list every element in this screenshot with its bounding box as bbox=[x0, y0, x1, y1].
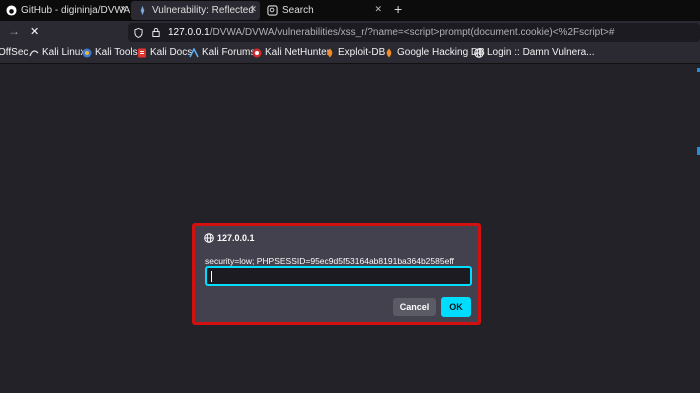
bookmark-label: Exploit-DB bbox=[338, 47, 386, 58]
github-icon bbox=[6, 5, 17, 16]
dialog-origin-label: 127.0.0.1 bbox=[217, 233, 255, 243]
kali-docs-icon bbox=[138, 48, 146, 57]
bookmark-kali-tools[interactable]: Kali Tools bbox=[82, 47, 138, 58]
bookmarks-toolbar: OffSec Kali Linux Kali Tools Kali Docs K… bbox=[0, 44, 700, 64]
shield-icon[interactable] bbox=[134, 27, 143, 38]
bookmark-label: Kali Linux bbox=[42, 47, 86, 58]
bookmark-label: Kali NetHunter bbox=[265, 47, 331, 58]
bookmark-label: Login :: Damn Vulnera... bbox=[487, 47, 595, 58]
dvwa-icon bbox=[140, 5, 145, 16]
bookmark-label: Google Hacking DB bbox=[397, 47, 485, 58]
bookmark-exploit-db[interactable]: Exploit-DB bbox=[325, 47, 385, 58]
bookmark-label: Kali Docs bbox=[150, 47, 193, 58]
bookmark-offsec[interactable]: OffSec bbox=[0, 47, 28, 58]
bookmark-google-hacking-db[interactable]: Google Hacking DB bbox=[384, 47, 485, 58]
search-icon bbox=[267, 5, 278, 16]
kali-tools-icon bbox=[82, 48, 92, 57]
close-icon[interactable]: ✕ bbox=[119, 4, 127, 15]
cancel-button[interactable]: Cancel bbox=[393, 298, 436, 316]
exploit-db-icon bbox=[327, 48, 333, 57]
dialog-message: security=low; PHPSESSID=95ec9d5f53164ab8… bbox=[205, 256, 454, 266]
tab-label: Vulnerability: Reflected C bbox=[152, 5, 256, 16]
nethunter-icon bbox=[252, 48, 262, 57]
navigation-toolbar: → ✕ 127.0.0.1/DVWA/DVWA/vulnerabilities/… bbox=[0, 21, 700, 44]
globe-icon bbox=[474, 47, 484, 58]
ok-button[interactable]: OK bbox=[441, 297, 471, 317]
dialog-origin: 127.0.0.1 bbox=[204, 233, 255, 243]
prompt-input[interactable] bbox=[205, 266, 472, 286]
tab-github[interactable]: GitHub - digininja/DVWA ✕ bbox=[0, 1, 130, 20]
prompt-dialog: 127.0.0.1 security=low; PHPSESSID=95ec9d… bbox=[192, 223, 481, 325]
url-path: /DVWA/DVWA/vulnerabilities/xss_r/?name=<… bbox=[209, 27, 615, 38]
kali-icon bbox=[29, 49, 39, 56]
url-host: 127.0.0.1 bbox=[168, 27, 210, 38]
bookmark-label: Kali Forums bbox=[202, 47, 256, 58]
bookmark-label: Kali Tools bbox=[95, 47, 138, 58]
address-bar[interactable]: 127.0.0.1/DVWA/DVWA/vulnerabilities/xss_… bbox=[128, 23, 700, 42]
ghdb-icon bbox=[386, 48, 392, 57]
close-icon[interactable]: ✕ bbox=[374, 4, 382, 15]
kali-forums-icon bbox=[189, 47, 199, 57]
text-caret bbox=[211, 271, 212, 282]
bookmark-label: OffSec bbox=[0, 47, 29, 58]
tab-strip: GitHub - digininja/DVWA ✕ Vulnerability:… bbox=[0, 0, 700, 21]
tab-label: GitHub - digininja/DVWA bbox=[21, 5, 130, 16]
lock-icon[interactable] bbox=[152, 28, 160, 37]
bookmark-login-dvwa[interactable]: Login :: Damn Vulnera... bbox=[474, 47, 594, 58]
bookmark-kali-docs[interactable]: Kali Docs bbox=[137, 47, 192, 58]
tab-label: Search bbox=[282, 5, 314, 16]
stop-icon[interactable]: ✕ bbox=[30, 25, 39, 38]
forward-icon[interactable]: → bbox=[8, 24, 20, 38]
tab-vulnerability[interactable]: Vulnerability: Reflected C ✕ bbox=[131, 1, 260, 20]
close-icon[interactable]: ✕ bbox=[249, 4, 257, 15]
globe-icon bbox=[204, 233, 214, 243]
bookmark-kali-forums[interactable]: Kali Forums bbox=[189, 47, 255, 58]
tab-search[interactable]: Search ✕ bbox=[261, 1, 385, 20]
new-tab-button[interactable]: + bbox=[394, 1, 402, 17]
bookmark-kali-linux[interactable]: Kali Linux bbox=[29, 47, 85, 58]
bookmark-kali-nethunter[interactable]: Kali NetHunter bbox=[252, 47, 330, 58]
